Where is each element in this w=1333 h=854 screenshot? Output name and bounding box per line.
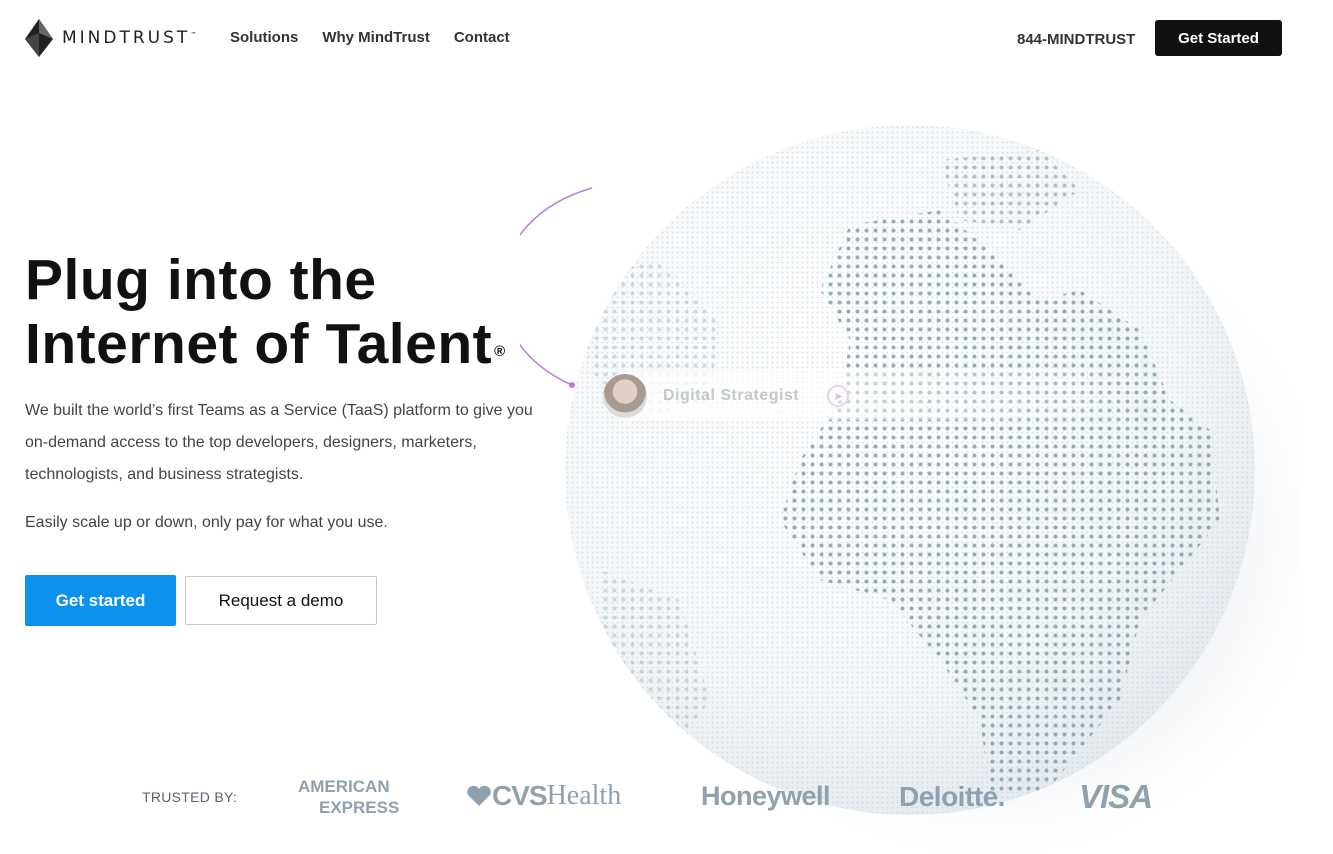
logo-text: MINDTRUST™: [62, 28, 197, 48]
globe-illustration: [520, 125, 1300, 854]
get-started-button[interactable]: Get started: [25, 575, 176, 626]
avatar: [603, 374, 647, 418]
request-demo-button[interactable]: Request a demo: [185, 576, 377, 625]
phone-link[interactable]: 844-MINDTRUST: [1017, 31, 1135, 48]
header-get-started-button[interactable]: Get Started: [1155, 20, 1282, 56]
talent-card-label: Digital Strategist: [663, 387, 800, 404]
headline-line-1: Plug into the: [25, 248, 377, 312]
amex-line-2: EXPRESS: [319, 798, 400, 817]
headline-line-2: Internet of Talent: [25, 312, 493, 376]
heart-icon: [467, 785, 491, 806]
hero-description: We built the world’s first Teams as a Se…: [25, 402, 533, 483]
hero-scale-note: Easily scale up or down, only pay for wh…: [25, 514, 388, 531]
nav-solutions[interactable]: Solutions: [230, 29, 298, 46]
cvs-health-logo: CVS Health: [466, 780, 621, 812]
nav-why-mindtrust[interactable]: Why MindTrust: [322, 29, 430, 46]
compass-icon: ➤: [827, 385, 850, 407]
visa-logo: VISA: [1079, 778, 1153, 815]
deloitte-logo: Deloitte.: [899, 781, 1005, 812]
nav-contact[interactable]: Contact: [454, 29, 510, 46]
amex-line-1: AMERICAN: [298, 777, 390, 796]
cvs-text: CVS: [492, 780, 548, 811]
honeywell-logo: Honeywell: [701, 781, 831, 811]
hero-headline: Plug into the Internet of Talent ®: [25, 248, 506, 376]
connection-node: [569, 382, 575, 388]
talent-card: Digital Strategist ➤: [603, 372, 1163, 420]
connection-arc: [520, 187, 593, 386]
registered-mark: ®: [494, 343, 506, 360]
health-text: Health: [546, 780, 622, 811]
mindtrust-logo[interactable]: MINDTRUST™: [25, 19, 196, 57]
main-nav: Solutions Why MindTrust Contact: [230, 29, 510, 46]
logo-diamond-icon: [25, 19, 53, 57]
american-express-logo: AMERICAN EXPRESS: [298, 776, 399, 818]
trusted-by-label: TRUSTED BY:: [142, 789, 238, 805]
